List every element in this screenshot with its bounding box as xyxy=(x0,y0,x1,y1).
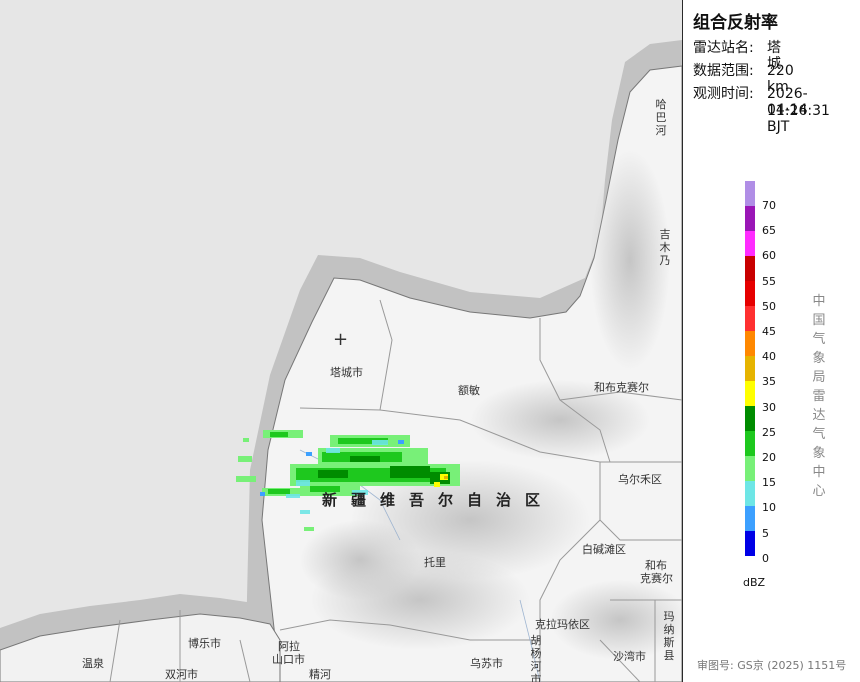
time-row: 观测时间: 2026-04-14 xyxy=(693,86,808,118)
place-label: 精河 xyxy=(309,668,331,681)
place-label: 博乐市 xyxy=(188,637,221,650)
legend-tick-label: 60 xyxy=(762,249,776,263)
agency-vertical-text: 中国气象局雷达气象中心 xyxy=(812,294,826,499)
legend-tick-label: 50 xyxy=(762,299,776,313)
place-label: 克拉玛依区 xyxy=(535,618,590,631)
place-label: 白碱滩区 xyxy=(582,543,626,556)
legend-swatch xyxy=(745,381,755,406)
region-label: 新疆维吾尔自治区 xyxy=(322,491,555,509)
legend-swatch xyxy=(745,506,755,531)
place-label: 克赛尔 xyxy=(640,572,673,585)
legend-swatch xyxy=(745,456,755,481)
place-label: 阿拉 xyxy=(278,640,300,653)
time-clock: 11:26:31 BJT xyxy=(767,103,830,135)
legend-swatch xyxy=(745,481,755,506)
legend-tick-label: 15 xyxy=(762,476,776,490)
radar-map[interactable]: + 新疆维吾尔自治区 塔城市 额敏 和布克赛尔 乌尔禾区 白碱滩区 托里 和布 克赛尔 克拉玛依… xyxy=(0,0,683,682)
place-label: 额敏 xyxy=(458,384,480,397)
legend-tick-label: 25 xyxy=(762,425,776,439)
color-legend xyxy=(745,181,755,556)
legend-tick-label: 0 xyxy=(762,551,769,565)
place-label: 和布克赛尔 xyxy=(594,381,649,394)
place-label-vertical: 玛纳斯县 xyxy=(663,610,675,662)
time-row-2: 11:26:31 BJT xyxy=(693,103,830,135)
station-row: 雷达站名: 塔城 xyxy=(693,40,781,72)
place-label: 乌尔禾区 xyxy=(618,473,662,486)
place-label: 塔城市 xyxy=(330,366,363,379)
time-label: 观测时间: xyxy=(693,86,754,102)
legend-unit: dBZ xyxy=(743,576,766,589)
legend-swatch xyxy=(745,256,755,281)
legend-tick-label: 70 xyxy=(762,199,776,212)
legend-swatch xyxy=(745,181,755,206)
map-approval-number: 审图号: GS京 (2025) 1151号 xyxy=(697,659,847,672)
place-label: 和布 xyxy=(645,559,667,572)
range-label: 数据范围: xyxy=(693,63,754,79)
legend-swatch xyxy=(745,356,755,381)
legend-tick-label: 20 xyxy=(762,451,776,464)
legend-swatch xyxy=(745,331,755,356)
legend-tick-label: 30 xyxy=(762,400,776,414)
place-label: 沙湾市 xyxy=(613,650,646,663)
place-label-vertical: 吉木乃 xyxy=(659,228,671,267)
legend-tick-label: 65 xyxy=(762,224,776,238)
legend-tick-label: 45 xyxy=(762,325,776,338)
legend-swatch xyxy=(745,281,755,306)
place-label-vertical: 哈巴河 xyxy=(655,98,667,137)
place-label: 双河市 xyxy=(165,668,198,681)
legend-swatch xyxy=(745,306,755,331)
radar-viewer: + 新疆维吾尔自治区 塔城市 额敏 和布克赛尔 乌尔禾区 白碱滩区 托里 和布 克赛尔 克拉玛依… xyxy=(0,0,860,682)
info-panel: 组合反射率 雷达站名: 塔城 数据范围: 220 km 观测时间: 2026-04-1… xyxy=(683,0,860,682)
legend-tick-label: 35 xyxy=(762,375,776,389)
legend-tick-label: 10 xyxy=(762,501,776,515)
range-row: 数据范围: 220 km xyxy=(693,63,794,95)
place-label: 山口市 xyxy=(272,653,305,666)
legend-swatch xyxy=(745,406,755,431)
product-title: 组合反射率 xyxy=(693,13,778,33)
place-label: 托里 xyxy=(424,556,446,569)
legend-swatch xyxy=(745,431,755,456)
station-label: 雷达站名: xyxy=(693,40,754,56)
radar-station-marker: + xyxy=(333,329,349,350)
place-label-vertical: 胡杨河市 xyxy=(530,634,542,682)
legend-swatch xyxy=(745,206,755,231)
place-label: 温泉 xyxy=(82,657,104,670)
legend-tick-label: 55 xyxy=(762,274,776,288)
legend-swatch xyxy=(745,531,755,556)
place-label: 乌苏市 xyxy=(470,657,503,670)
legend-swatch xyxy=(745,231,755,256)
legend-tick-label: 40 xyxy=(762,350,776,364)
legend-tick-label: 5 xyxy=(762,526,769,540)
